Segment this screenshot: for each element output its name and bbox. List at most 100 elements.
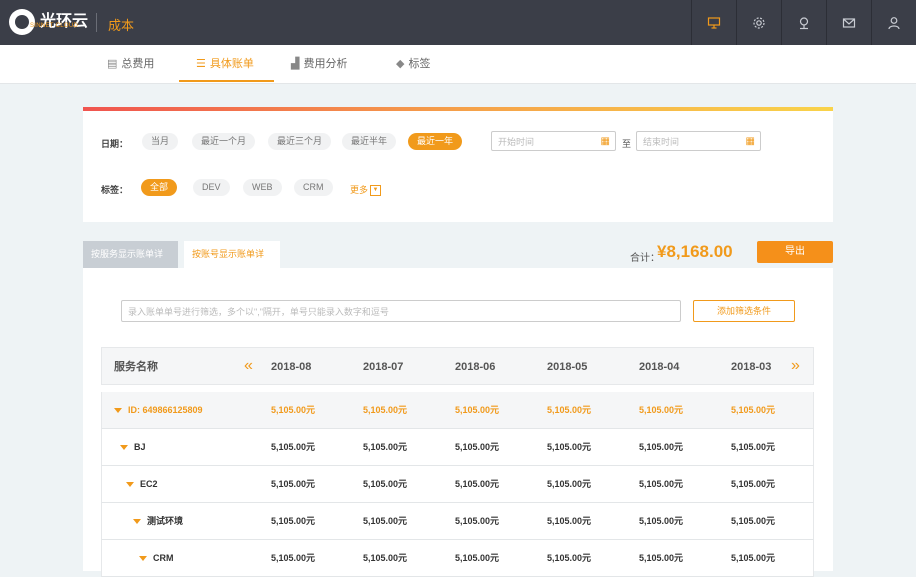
tab-tags[interactable]: ◆ 标签 (396, 45, 430, 83)
table-cell: 5,105.00元 (363, 405, 408, 415)
row-label: CRM (153, 553, 174, 563)
caret-down-icon[interactable] (126, 482, 134, 488)
table-row[interactable]: EC2 5,105.00元 5,105.00元 5,105.00元 5,105.… (101, 466, 814, 503)
service-name-header: 服务名称 (114, 361, 158, 373)
table-cell: 5,105.00元 (271, 516, 316, 526)
logo[interactable]: 光环云 (9, 9, 88, 35)
row-name: CRM (139, 540, 174, 577)
table-cell: 5,105.00元 (731, 553, 776, 563)
top-bar: 光环云 SINNET CLOUD 成本 (0, 0, 916, 45)
month-header: 2018-06 (455, 361, 496, 373)
month-header: 2018-03 (731, 361, 772, 373)
row-name: EC2 (126, 466, 158, 503)
caret-down-icon[interactable] (133, 519, 141, 525)
row-label: 测试环境 (147, 516, 184, 526)
tab-label: 具体账单 (209, 58, 254, 70)
tab-by-service[interactable]: 按服务显示账单详情 (83, 241, 178, 286)
table-cell: 5,105.00元 (731, 442, 776, 452)
monitor-icon[interactable] (691, 0, 736, 45)
caret-down-icon[interactable] (114, 408, 122, 414)
caret-down-icon[interactable] (139, 556, 147, 562)
tab-bill-detail[interactable]: ☰ 具体账单 (196, 45, 254, 83)
table-cell: 5,105.00元 (547, 479, 592, 489)
more-label: 更多 (350, 185, 369, 195)
tab-by-account[interactable]: 按账号显示账单详情 (184, 241, 280, 286)
date-option-last-year[interactable]: 最近一年 (408, 133, 463, 150)
tab-label: 总费用 (121, 58, 155, 70)
prev-months-icon[interactable]: « (244, 348, 253, 384)
table-cell: 5,105.00元 (547, 553, 592, 563)
top-icons (691, 0, 916, 45)
row-name: ID: 649866125809 (114, 392, 203, 429)
location-icon[interactable] (781, 0, 826, 45)
next-months-icon[interactable]: » (791, 348, 800, 384)
table-cell: 5,105.00元 (731, 479, 776, 489)
end-date-input[interactable]: 结束时间 ▦ (636, 131, 761, 151)
table-cell: 5,105.00元 (731, 405, 776, 415)
row-label: ID: 649866125809 (128, 405, 203, 415)
tag-option-web[interactable]: WEB (243, 179, 282, 196)
calendar-icon: ▦ (600, 136, 610, 147)
table-cell: 5,105.00元 (455, 553, 500, 563)
start-date-input[interactable]: 开始时间 ▦ (491, 131, 616, 151)
date-option-this-month[interactable]: 当月 (142, 133, 179, 150)
table-cell: 5,105.00元 (271, 553, 316, 563)
table-cell: 5,105.00元 (363, 553, 408, 563)
table-cell: 5,105.00元 (271, 405, 316, 415)
filter-card: 日期： 当月 最近一个月 最近三个月 最近半年 最近一年 开始时间 ▦ 至 结束… (83, 107, 833, 222)
table-cell: 5,105.00元 (363, 442, 408, 452)
user-icon[interactable] (871, 0, 916, 45)
tag-option-crm[interactable]: CRM (294, 179, 333, 196)
tag-option-dev[interactable]: DEV (193, 179, 230, 196)
table-row[interactable]: ID: 649866125809 5,105.00元 5,105.00元 5,1… (101, 392, 814, 429)
end-date-placeholder: 结束时间 (643, 137, 680, 147)
date-filter-label: 日期： (101, 139, 129, 149)
date-option-last-3-months[interactable]: 最近三个月 (268, 133, 332, 150)
table-row[interactable]: 测试环境 5,105.00元 5,105.00元 5,105.00元 5,105… (101, 503, 814, 540)
caret-down-icon[interactable] (120, 445, 128, 451)
table-cell: 5,105.00元 (271, 479, 316, 489)
start-date-placeholder: 开始时间 (498, 137, 535, 147)
table-row[interactable]: BJ 5,105.00元 5,105.00元 5,105.00元 5,105.0… (101, 429, 814, 466)
tag-icon: ◆ (396, 58, 405, 70)
row-name: 测试环境 (133, 503, 183, 540)
document-icon: ▤ (107, 58, 118, 70)
export-button[interactable]: 导出 (757, 241, 833, 263)
row-label: BJ (134, 442, 146, 452)
chevron-down-icon: ▼ (370, 185, 382, 197)
table-cell: 5,105.00元 (547, 405, 592, 415)
list-icon: ☰ (196, 58, 206, 70)
month-header: 2018-07 (363, 361, 404, 373)
sub-navigation: ▤ 总费用 ☰ 具体账单 ▟ 费用分析 ◆ 标签 (0, 45, 916, 84)
table-cell: 5,105.00元 (639, 516, 684, 526)
date-option-last-half-year[interactable]: 最近半年 (342, 133, 397, 150)
gear-icon[interactable] (736, 0, 781, 45)
row-label: EC2 (140, 479, 158, 489)
table-row[interactable]: CRM 5,105.00元 5,105.00元 5,105.00元 5,105.… (101, 540, 814, 577)
logo-mark-icon (9, 9, 35, 35)
table-header: 服务名称 « 2018-08 2018-07 2018-06 2018-05 2… (101, 347, 814, 385)
table-cell: 5,105.00元 (547, 442, 592, 452)
tag-filter-label: 标签： (101, 185, 129, 195)
chart-icon: ▟ (291, 58, 300, 70)
app-title: 成本 (108, 18, 135, 33)
table-cell: 5,105.00元 (363, 479, 408, 489)
date-option-last-month[interactable]: 最近一个月 (192, 133, 256, 150)
tab-label: 标签 (408, 58, 431, 70)
tab-cost-analysis[interactable]: ▟ 费用分析 (291, 45, 347, 83)
table-cell: 5,105.00元 (639, 553, 684, 563)
more-tags-button[interactable]: 更多 ▼ (350, 183, 382, 197)
tag-option-all[interactable]: 全部 (141, 179, 178, 196)
mail-icon[interactable] (826, 0, 871, 45)
add-filter-button[interactable]: 添加筛选条件 (693, 300, 795, 322)
total-value: ¥8,168.00 (657, 242, 733, 261)
total-label: 合计： (630, 253, 660, 264)
table-cell: 5,105.00元 (363, 516, 408, 526)
bill-number-search-input[interactable]: 录入账单单号进行筛选，多个以","隔开，单号只能录入数字和逗号 (121, 300, 681, 322)
table-cell: 5,105.00元 (639, 479, 684, 489)
table-cell: 5,105.00元 (455, 405, 500, 415)
row-name: BJ (120, 429, 146, 466)
tab-total-cost[interactable]: ▤ 总费用 (107, 45, 154, 83)
active-tab-underline (179, 80, 274, 82)
month-header: 2018-08 (271, 361, 312, 373)
